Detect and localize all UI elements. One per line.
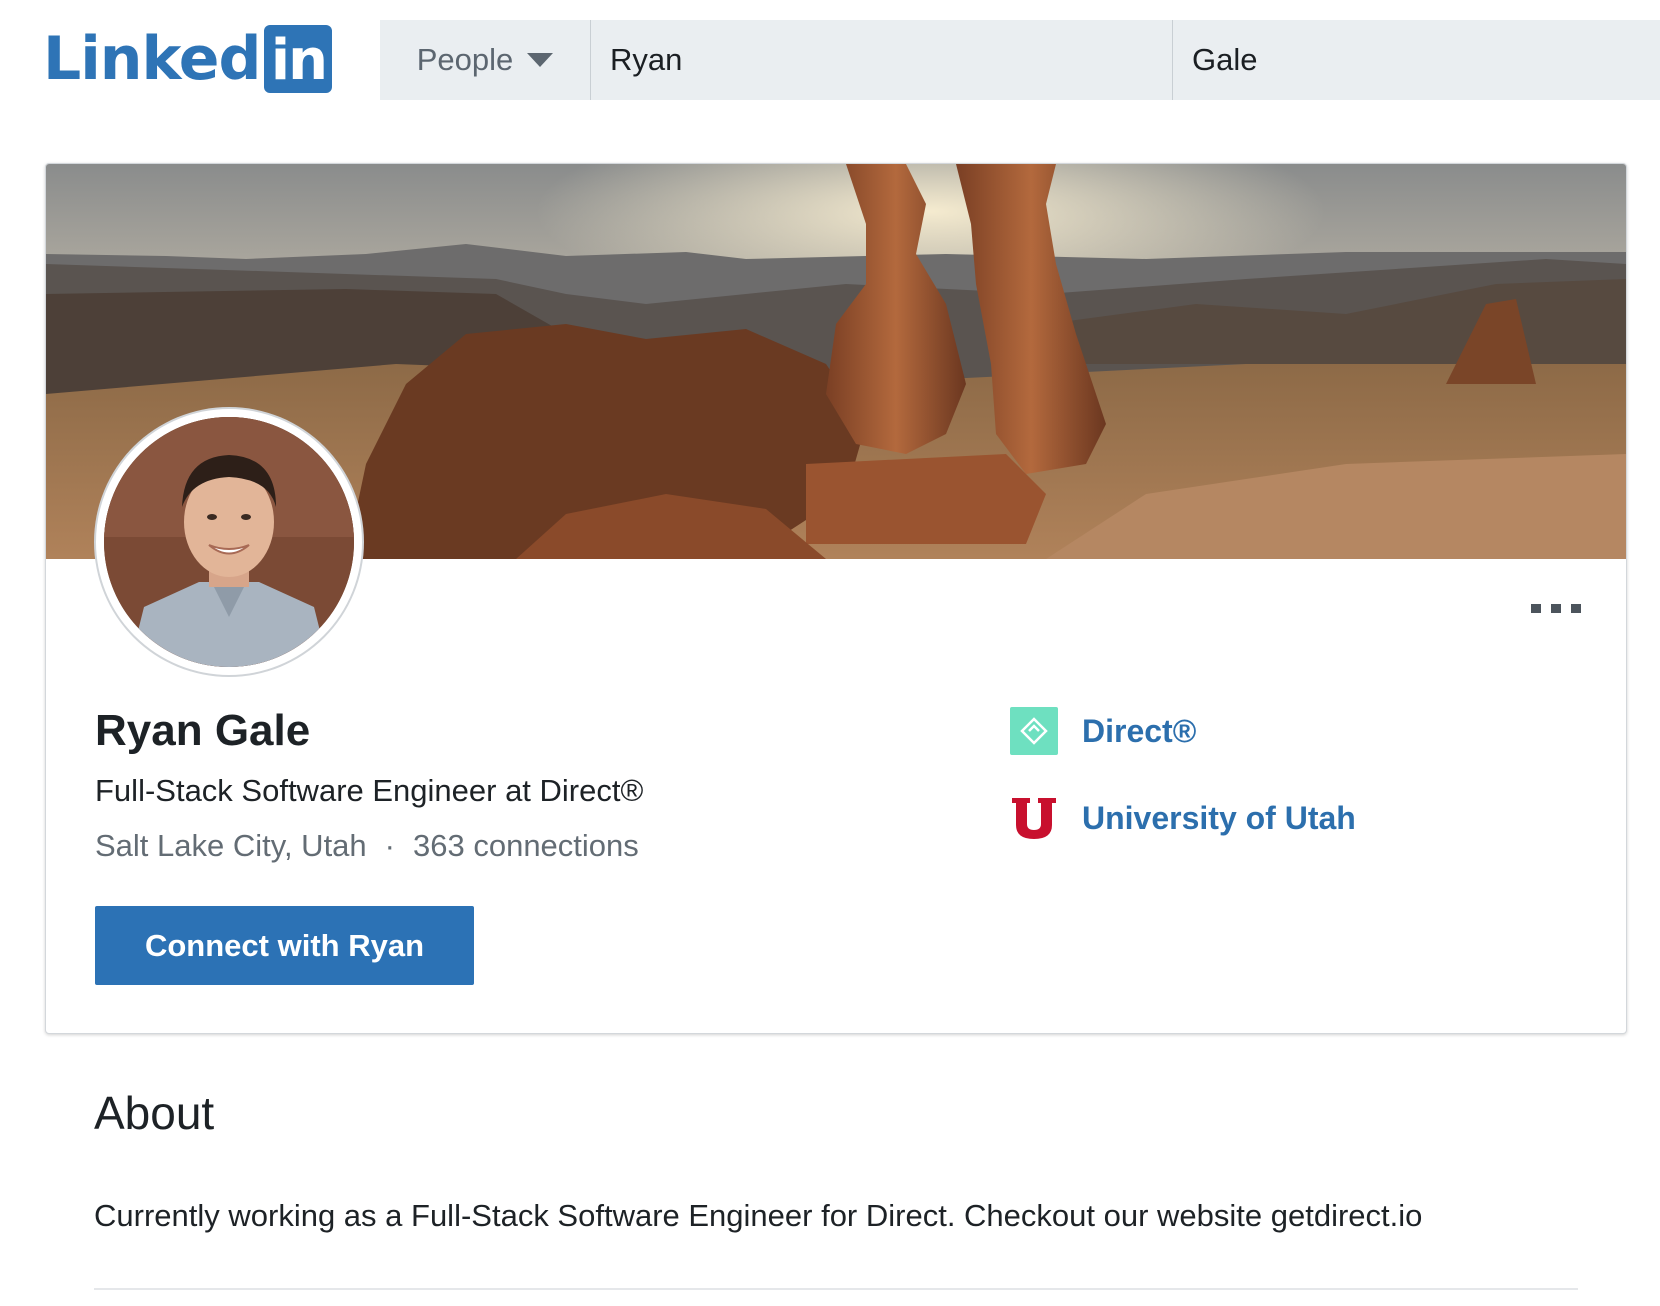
profile-meta: Salt Lake City, Utah · 363 connections (95, 828, 639, 864)
profile-location: Salt Lake City, Utah (95, 828, 367, 863)
university-utah-logo-icon (1010, 794, 1058, 842)
ellipsis-icon-dot (1551, 603, 1561, 613)
linkedin-logo[interactable]: Linked in (43, 24, 333, 94)
first-name-field[interactable]: Ryan (591, 20, 1173, 100)
last-name-value: Gale (1192, 42, 1258, 77)
more-options-button[interactable] (1531, 596, 1581, 620)
ellipsis-icon-dot (1531, 603, 1541, 613)
direct-logo-icon (1010, 707, 1058, 755)
meta-separator: · (384, 828, 395, 863)
profile-connections[interactable]: 363 connections (413, 828, 639, 864)
profile-name: Ryan Gale (95, 706, 311, 755)
chevron-down-icon (527, 53, 554, 67)
about-text: Currently working as a Full-Stack Softwa… (94, 1198, 1423, 1233)
search-type-dropdown[interactable]: People (380, 20, 591, 100)
search-type-label: People (416, 42, 514, 77)
last-name-field[interactable]: Gale (1173, 20, 1660, 100)
org-name-university: University of Utah (1082, 799, 1356, 836)
first-name-value: Ryan (610, 42, 683, 77)
profile-card: Ryan Gale Full-Stack Software Engineer a… (45, 163, 1627, 1034)
logo-wordmark: Linked (43, 24, 261, 94)
org-link-university[interactable]: University of Utah (1010, 794, 1356, 842)
connect-button[interactable]: Connect with Ryan (95, 906, 474, 985)
org-link-direct[interactable]: Direct® (1010, 707, 1196, 755)
ellipsis-icon-dot (1571, 603, 1581, 613)
about-heading: About (94, 1087, 215, 1139)
section-divider (94, 1288, 1578, 1290)
logo-in-box: in (264, 25, 333, 93)
search-bar: People Ryan Gale (380, 20, 1660, 100)
avatar[interactable] (96, 409, 362, 675)
profile-headline: Full-Stack Software Engineer at Direct® (95, 773, 644, 808)
org-name-direct: Direct® (1082, 712, 1197, 749)
